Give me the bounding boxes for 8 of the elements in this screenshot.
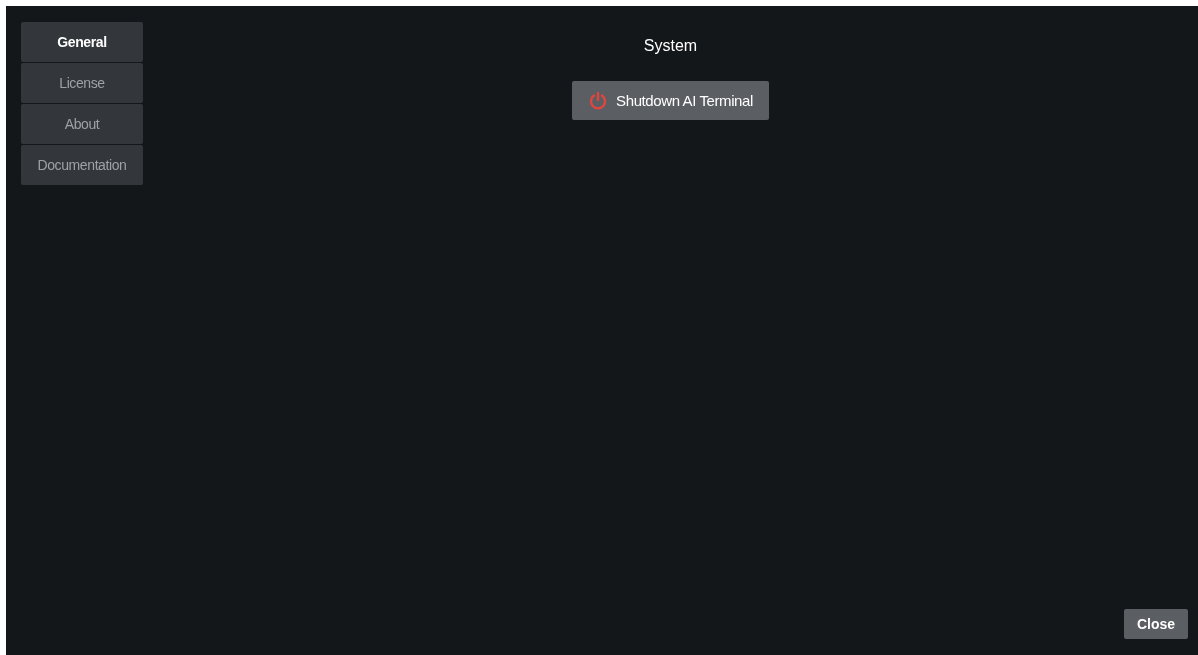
sidebar-tab[interactable]: General — [21, 22, 143, 62]
sidebar-tab[interactable]: Documentation — [21, 145, 143, 185]
sidebar-tab[interactable]: License — [21, 63, 143, 103]
close-button[interactable]: Close — [1123, 609, 1188, 639]
sidebar-tab[interactable]: About — [21, 104, 143, 144]
section-title: System — [643, 37, 698, 55]
power-icon — [588, 90, 609, 111]
shutdown-button[interactable]: Shutdown AI Terminal — [572, 81, 769, 120]
